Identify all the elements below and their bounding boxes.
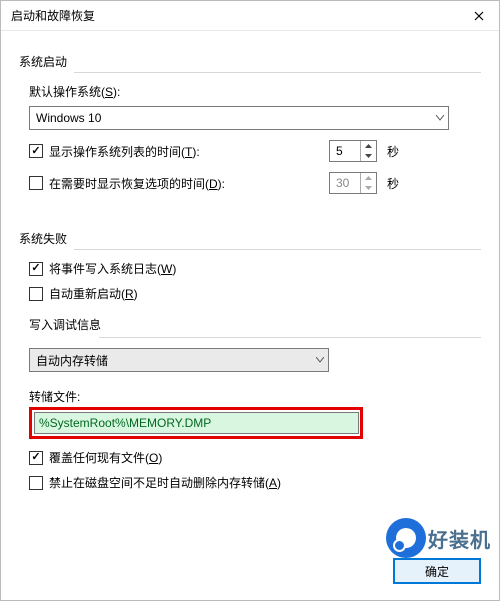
debug-info-header: 写入调试信息: [29, 316, 481, 333]
ok-button[interactable]: 确定: [393, 558, 481, 584]
dump-file-highlight: %SystemRoot%\MEMORY.DMP: [29, 407, 363, 439]
show-os-list-spinner[interactable]: 5: [329, 140, 377, 162]
show-recovery-label: 在需要时显示恢复选项的时间(D):: [49, 175, 225, 192]
dump-file-value: %SystemRoot%\MEMORY.DMP: [39, 416, 211, 430]
dump-type-select[interactable]: 自动内存转储: [29, 348, 329, 372]
auto-restart-label: 自动重新启动(R): [49, 285, 138, 302]
show-os-list-label: 显示操作系统列表的时间(T):: [49, 143, 200, 160]
dump-file-label: 转储文件:: [29, 388, 481, 405]
disable-delete-label: 禁止在磁盘空间不足时自动删除内存转储(A): [49, 474, 281, 491]
spinner-down-icon: [361, 183, 376, 193]
show-os-list-value: 5: [330, 141, 360, 161]
close-icon: [474, 11, 484, 21]
default-os-value: Windows 10: [36, 111, 101, 125]
show-recovery-spinner: 30: [329, 172, 377, 194]
disable-delete-checkbox[interactable]: [29, 476, 43, 490]
write-event-checkbox[interactable]: [29, 262, 43, 276]
default-os-select[interactable]: Windows 10: [29, 106, 449, 130]
system-startup-header: 系统启动: [19, 53, 481, 70]
show-recovery-checkbox[interactable]: [29, 176, 43, 190]
close-button[interactable]: [459, 1, 499, 31]
overwrite-checkbox[interactable]: [29, 451, 43, 465]
seconds-unit: 秒: [387, 175, 399, 192]
show-os-list-checkbox[interactable]: [29, 144, 43, 158]
dump-file-field[interactable]: %SystemRoot%\MEMORY.DMP: [34, 412, 359, 434]
dump-type-value: 自动内存转储: [36, 352, 108, 369]
system-failure-header: 系统失败: [19, 230, 481, 247]
watermark: 好装机: [386, 518, 491, 558]
ok-button-label: 确定: [425, 563, 449, 580]
watermark-text: 好装机: [428, 524, 491, 553]
write-event-label: 将事件写入系统日志(W): [49, 260, 176, 277]
seconds-unit: 秒: [387, 143, 399, 160]
overwrite-label: 覆盖任何现有文件(O): [49, 449, 162, 466]
chevron-down-icon: [316, 357, 324, 363]
spinner-up-icon[interactable]: [361, 141, 376, 151]
watermark-logo-icon: [386, 518, 426, 558]
spinner-up-icon: [361, 173, 376, 183]
window-title: 启动和故障恢复: [11, 7, 95, 24]
show-recovery-value: 30: [330, 173, 360, 193]
auto-restart-checkbox[interactable]: [29, 287, 43, 301]
default-os-label: 默认操作系统(S):: [29, 83, 481, 100]
chevron-down-icon: [436, 115, 444, 121]
spinner-down-icon[interactable]: [361, 151, 376, 161]
